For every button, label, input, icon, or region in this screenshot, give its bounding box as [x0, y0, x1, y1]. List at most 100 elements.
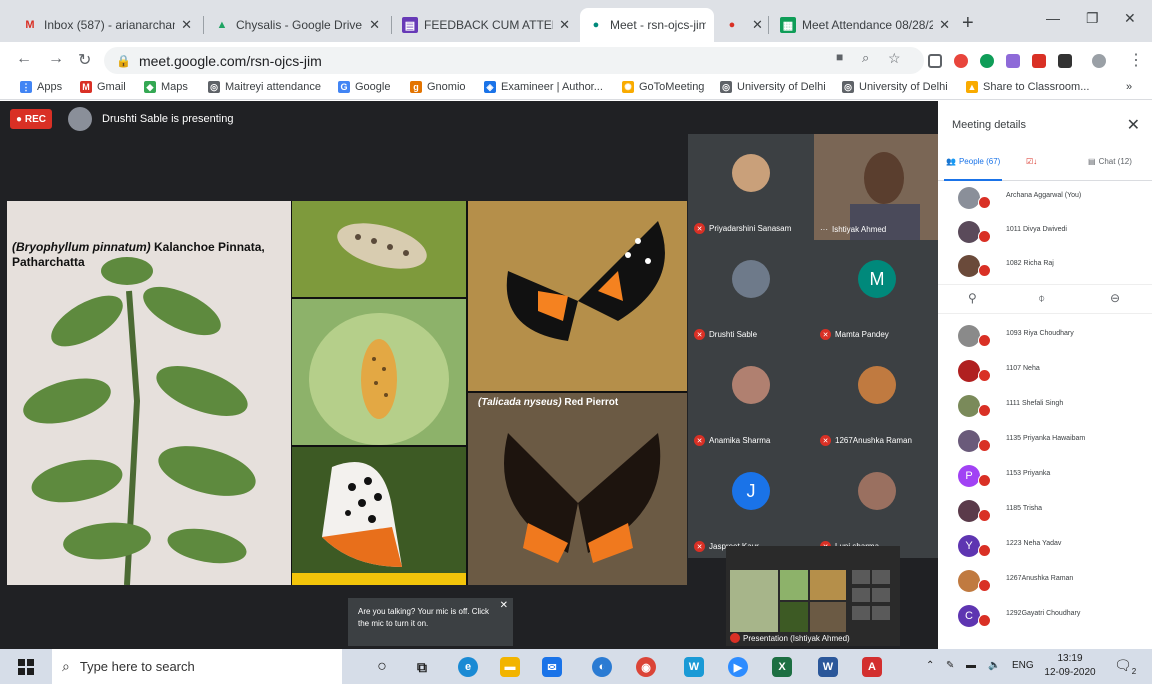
- pupa-photo: [292, 299, 466, 445]
- close-icon[interactable]: ✕: [559, 17, 570, 33]
- cortana-icon[interactable]: ○: [372, 657, 392, 677]
- close-window-icon[interactable]: ✕: [1124, 10, 1136, 27]
- mail-icon[interactable]: ✉: [542, 657, 562, 677]
- camera-icon[interactable]: ■: [836, 50, 843, 64]
- avatar: [958, 500, 980, 522]
- bookmark-maps[interactable]: ◆ Maps: [144, 81, 188, 93]
- back-icon[interactable]: ←: [16, 50, 32, 68]
- participant-tile[interactable]: M ✕ Mamta Pandey: [814, 240, 940, 346]
- participant-tile[interactable]: ✕ Drushti Sable: [688, 240, 814, 346]
- task-view-icon[interactable]: ⧉: [412, 657, 432, 677]
- word-icon[interactable]: W: [818, 657, 838, 677]
- participant-actions-row: ⚲ ⌽ ⊖: [938, 284, 1152, 314]
- zoom-app-icon[interactable]: ▶: [728, 657, 748, 677]
- participant-tile-video[interactable]: ··· Ishtiyak Ahmed: [814, 134, 940, 240]
- notifications-icon[interactable]: 🗨2: [1114, 657, 1136, 676]
- profile-avatar[interactable]: [1092, 54, 1106, 68]
- list-item[interactable]: 1135 Priyanka Hawaibam: [938, 426, 1152, 462]
- list-item[interactable]: Y 1223 Neha Yadav: [938, 531, 1152, 567]
- extension-icon[interactable]: [928, 54, 942, 68]
- list-item[interactable]: 1107 Neha: [938, 356, 1152, 392]
- forward-icon[interactable]: →: [48, 50, 64, 68]
- new-tab-button[interactable]: +: [962, 12, 974, 35]
- list-item[interactable]: 1082 Richa Raj: [938, 251, 1152, 287]
- tab-gmail[interactable]: M Inbox (587) - arianarchana( ✕: [14, 8, 200, 42]
- more-options-icon[interactable]: ···: [820, 225, 828, 234]
- taskbar-search-input[interactable]: ⌕ Type here to search: [52, 649, 342, 684]
- participant-tile[interactable]: ✕ Anamika Sharma: [688, 346, 814, 452]
- tab-meet[interactable]: ● Meet - rsn-ojcs-jim: [580, 8, 714, 42]
- list-item[interactable]: Archana Aggarwal (You): [938, 183, 1152, 219]
- mute-icon[interactable]: ⌽: [1038, 291, 1045, 306]
- menu-kebab-icon[interactable]: ⋮: [1128, 50, 1144, 70]
- bookmark-share-to-classroom[interactable]: ▲ Share to Classroom...: [966, 81, 1089, 93]
- remove-icon[interactable]: ⊖: [1110, 291, 1120, 305]
- tab-title: FEEDBACK CUM ATTENDA(: [424, 18, 553, 32]
- close-icon[interactable]: ✕: [500, 600, 508, 612]
- list-item[interactable]: 1093 Riya Choudhary: [938, 321, 1152, 357]
- list-item[interactable]: C 1292Gayatri Choudhary: [938, 601, 1152, 637]
- close-icon[interactable]: ✕: [181, 17, 192, 33]
- extension-icon[interactable]: [1006, 54, 1020, 68]
- extension-icon[interactable]: [1032, 54, 1046, 68]
- volume-icon[interactable]: 🔈: [988, 660, 1000, 671]
- restore-icon[interactable]: ❐: [1086, 10, 1099, 27]
- reload-icon[interactable]: ↻: [78, 50, 91, 70]
- recording-dot-icon: ●: [16, 113, 23, 125]
- pin-icon[interactable]: ⚲: [968, 291, 977, 305]
- list-item[interactable]: P 1153 Priyanka: [938, 461, 1152, 497]
- acrobat-icon[interactable]: A: [862, 657, 882, 677]
- tab-chat[interactable]: ▤ Chat (12): [1088, 157, 1132, 166]
- minimize-icon[interactable]: —: [1046, 10, 1060, 26]
- bookmark-star-icon[interactable]: ☆: [888, 50, 901, 67]
- presentation-preview[interactable]: Presentation (Ishtiyak Ahmed): [726, 546, 900, 646]
- list-item[interactable]: 1185 Trisha: [938, 496, 1152, 532]
- close-icon[interactable]: ✕: [939, 17, 950, 33]
- tab-recording[interactable]: ● ✕: [716, 8, 766, 42]
- chrome-icon[interactable]: ◉: [636, 657, 656, 677]
- language-indicator[interactable]: ENG: [1012, 660, 1034, 671]
- close-icon[interactable]: ✕: [369, 17, 380, 33]
- close-icon[interactable]: ✕: [1127, 115, 1140, 135]
- lock-icon: 🔒: [116, 53, 131, 68]
- edge-icon[interactable]: e: [458, 657, 478, 677]
- extension-icon[interactable]: [954, 54, 968, 68]
- mic-off-icon: [978, 439, 991, 452]
- puzzle-icon[interactable]: [1058, 54, 1072, 68]
- app-icon[interactable]: ◐: [592, 657, 612, 677]
- extension-icon[interactable]: [980, 54, 994, 68]
- windows-start-icon[interactable]: [18, 659, 34, 675]
- bookmark-university-of-delhi-2[interactable]: ◎ University of Delhi: [842, 81, 948, 93]
- attendance-extension-icon[interactable]: ☑↓: [1026, 157, 1037, 166]
- list-item[interactable]: 1111 Shefali Singh: [938, 391, 1152, 427]
- battery-icon[interactable]: ▬: [966, 660, 976, 671]
- bookmark-apps[interactable]: ⋮ Apps: [20, 81, 62, 93]
- zoom-icon[interactable]: ⌕: [862, 50, 869, 66]
- participant-tile[interactable]: J ✕Jaspreet Kaur: [688, 452, 814, 558]
- participant-tile[interactable]: ✕ Priyadarshini Sanasam: [688, 134, 814, 240]
- excel-icon[interactable]: X: [772, 657, 792, 677]
- bookmark-google[interactable]: G Google: [338, 81, 390, 93]
- tab-feedback-form[interactable]: ▤ FEEDBACK CUM ATTENDA( ✕: [394, 8, 578, 42]
- bookmark-maitreyi-attendance[interactable]: ◎ Maitreyi attendance: [208, 81, 321, 93]
- taskbar-clock[interactable]: 13:19 12-09-2020: [1040, 652, 1100, 680]
- address-bar[interactable]: 🔒 meet.google.com/rsn-ojcs-jim: [104, 47, 924, 74]
- pen-icon[interactable]: ✎: [946, 660, 954, 671]
- bookmark-gotomeeting[interactable]: ✺ GoToMeeting: [622, 81, 704, 93]
- list-item[interactable]: 1011 Divya Dwivedi: [938, 217, 1152, 253]
- tab-people[interactable]: 👥 People (67): [946, 157, 1000, 166]
- close-icon[interactable]: ✕: [752, 17, 763, 33]
- app-icon[interactable]: W: [684, 657, 704, 677]
- tab-drive[interactable]: ▲ Chysalis - Google Drive ✕: [206, 8, 388, 42]
- list-item[interactable]: 1267Anushka Raman: [938, 566, 1152, 602]
- bookmarks-overflow-icon[interactable]: »: [1126, 81, 1132, 93]
- tray-chevron-icon[interactable]: ⌃: [926, 660, 934, 671]
- bookmark-examineer[interactable]: ◈ Examineer | Author...: [484, 81, 603, 93]
- bookmark-university-of-delhi[interactable]: ◎ University of Delhi: [720, 81, 826, 93]
- participant-tile[interactable]: ✕Luni sharma: [814, 452, 940, 558]
- bookmark-gmail[interactable]: M Gmail: [80, 81, 126, 93]
- file-explorer-icon[interactable]: ▬: [500, 657, 520, 677]
- bookmark-gnomio[interactable]: g Gnomio: [410, 81, 466, 93]
- participant-tile[interactable]: ✕ 1267Anushka Raman: [814, 346, 940, 452]
- tab-meet-attendance[interactable]: ▦ Meet Attendance 08/28/20 ✕: [772, 8, 958, 42]
